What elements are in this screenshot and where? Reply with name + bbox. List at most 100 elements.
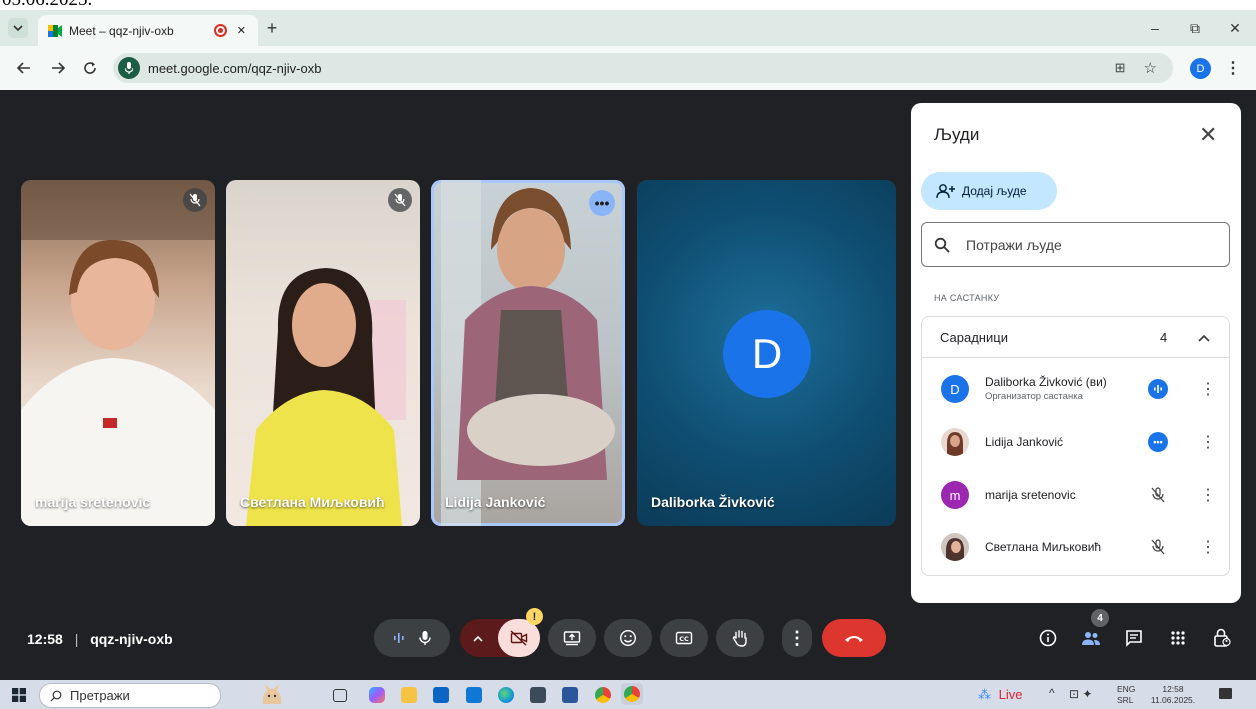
camera-button[interactable]: ! xyxy=(460,608,543,657)
people-count-badge: 4 xyxy=(1091,609,1109,627)
audio-level-icon xyxy=(394,633,404,643)
chevron-up-icon xyxy=(473,635,483,642)
restore-button[interactable]: ⧉ xyxy=(1180,16,1210,40)
task-view-icon[interactable] xyxy=(333,689,347,702)
more-vert-icon[interactable]: ⋮ xyxy=(1200,379,1216,399)
tab-search-button[interactable] xyxy=(8,18,28,38)
more-options-button[interactable]: ⋮ xyxy=(782,619,812,657)
translate-icon[interactable]: ⊞ xyxy=(1115,60,1126,76)
captions-button[interactable]: CC xyxy=(660,619,708,657)
chrome-profile-icon[interactable] xyxy=(621,683,643,705)
add-people-button[interactable]: Додај људе xyxy=(921,172,1057,210)
file-explorer-icon[interactable] xyxy=(401,687,417,703)
raise-hand-button[interactable] xyxy=(716,619,764,657)
meeting-code: qqz-njiv-oxb xyxy=(90,631,173,647)
browser-address-bar: meet.google.com/qqz-njiv-oxb ⊞ ☆ D ⋮ xyxy=(0,46,1256,90)
profile-avatar[interactable]: D xyxy=(1190,58,1211,79)
language-secondary: SRL xyxy=(1117,695,1134,705)
edge-icon[interactable] xyxy=(498,687,514,703)
activities-button[interactable] xyxy=(1163,623,1193,653)
chrome-icon[interactable] xyxy=(595,687,611,703)
avatar xyxy=(941,428,969,456)
more-vert-icon[interactable]: ⋮ xyxy=(1200,537,1216,557)
store-icon[interactable] xyxy=(433,687,449,703)
avatar xyxy=(941,533,969,561)
clock[interactable]: 12:58 11.06.2025. xyxy=(1144,684,1202,706)
hang-up-icon xyxy=(845,636,863,642)
group-header[interactable]: Сарадници 4 xyxy=(922,317,1229,358)
notifications-icon[interactable] xyxy=(1219,688,1232,699)
settings-app-icon[interactable] xyxy=(530,687,546,703)
tray-icons: ⊡ ✦ xyxy=(1069,687,1093,701)
present-screen-icon xyxy=(563,631,581,646)
url-bar[interactable]: meet.google.com/qqz-njiv-oxb ⊞ ☆ xyxy=(113,53,1173,83)
search-icon xyxy=(50,690,62,701)
chevron-up-icon xyxy=(1198,334,1210,342)
add-person-icon xyxy=(936,184,955,199)
participant-video-1 xyxy=(21,180,215,526)
copilot-icon[interactable] xyxy=(369,687,385,703)
windows-taskbar: Претражи ⁂ Live ^ ⊡ ✦ ENG SRL 12:58 11.0… xyxy=(0,680,1256,709)
chevron-up-icon[interactable]: ^ xyxy=(1049,686,1055,700)
forward-arrow-icon[interactable] xyxy=(48,58,68,78)
language-indicator[interactable]: ENG SRL xyxy=(1117,684,1135,706)
participant-tile-2[interactable]: Светлана Миљковић xyxy=(226,180,420,526)
host-controls-button[interactable] xyxy=(1207,623,1237,653)
participant-row: m marija sretenovic ⋮ xyxy=(922,470,1229,520)
reactions-button[interactable] xyxy=(604,619,652,657)
browser-tab-meet[interactable]: Meet – qqz-njiv-oxb ✕ xyxy=(38,15,258,46)
panel-title: Људи xyxy=(934,125,980,144)
participant-name: Светлана Миљковић xyxy=(240,494,385,510)
add-people-label: Додај људе xyxy=(962,184,1027,198)
present-button[interactable] xyxy=(548,619,596,657)
close-window-button[interactable]: ✕ xyxy=(1220,16,1250,40)
bookmark-star-icon[interactable]: ☆ xyxy=(1144,59,1157,77)
participant-tile-1[interactable]: marija sretenovic xyxy=(21,180,215,526)
close-icon[interactable]: ✕ xyxy=(1199,122,1217,148)
meet-stage: marija sretenovic Светлана Миљковић ••• … xyxy=(0,90,1256,680)
tab-close-button[interactable]: ✕ xyxy=(237,24,246,37)
warning-badge: ! xyxy=(526,608,543,625)
reload-icon[interactable] xyxy=(80,58,100,78)
participant-row-role: Организатор састанка xyxy=(985,391,1083,402)
more-options-icon[interactable]: ••• xyxy=(589,190,615,216)
mic-button[interactable] xyxy=(374,619,450,657)
live-label: Live xyxy=(998,687,1023,702)
leave-call-button[interactable] xyxy=(822,619,886,657)
speaking-indicator-icon xyxy=(1148,379,1168,399)
search-placeholder: Потражи људе xyxy=(966,236,1062,253)
more-vert-icon[interactable]: ⋮ xyxy=(1200,432,1216,452)
windows-start-icon[interactable] xyxy=(12,688,26,702)
people-button[interactable] xyxy=(1076,623,1106,653)
chevron-down-icon xyxy=(13,25,23,32)
chat-button[interactable] xyxy=(1119,623,1149,653)
participant-name: Lidija Janković xyxy=(445,494,546,510)
captions-icon: CC xyxy=(675,631,693,645)
minimize-button[interactable]: – xyxy=(1140,16,1170,40)
group-count: 4 xyxy=(1160,330,1168,345)
word-icon[interactable] xyxy=(562,687,578,703)
muted-mic-icon xyxy=(183,188,207,212)
participant-row: Lidija Janković ••• ⋮ xyxy=(922,417,1229,467)
more-vert-icon[interactable]: ⋮ xyxy=(1200,485,1216,505)
more-options-icon[interactable]: ••• xyxy=(1148,432,1168,452)
back-arrow-icon[interactable] xyxy=(14,58,34,78)
participant-tile-4[interactable]: D Daliborka Živković xyxy=(637,180,896,526)
new-tab-button[interactable]: + xyxy=(262,16,282,40)
meeting-details-button[interactable] xyxy=(1033,623,1063,653)
participant-row-name: Светлана Миљковић xyxy=(985,540,1102,554)
site-info-icon[interactable] xyxy=(118,57,140,79)
people-search-input[interactable]: Потражи људе xyxy=(921,222,1230,267)
search-icon xyxy=(934,237,950,253)
outlook-icon[interactable] xyxy=(466,687,482,703)
participant-avatar: D xyxy=(723,310,811,398)
weather-live-icon[interactable]: ⁂ Live xyxy=(978,687,1022,703)
taskbar-search[interactable]: Претражи xyxy=(39,683,282,708)
chat-icon xyxy=(1126,630,1142,647)
taskbar-search-label: Претражи xyxy=(70,688,130,703)
microphone-icon xyxy=(419,631,431,645)
muted-mic-icon xyxy=(388,188,412,212)
tab-title: Meet – qqz-njiv-oxb xyxy=(69,23,174,38)
browser-menu-icon[interactable]: ⋮ xyxy=(1225,58,1241,78)
participant-tile-3[interactable]: ••• Lidija Janković xyxy=(431,180,625,526)
